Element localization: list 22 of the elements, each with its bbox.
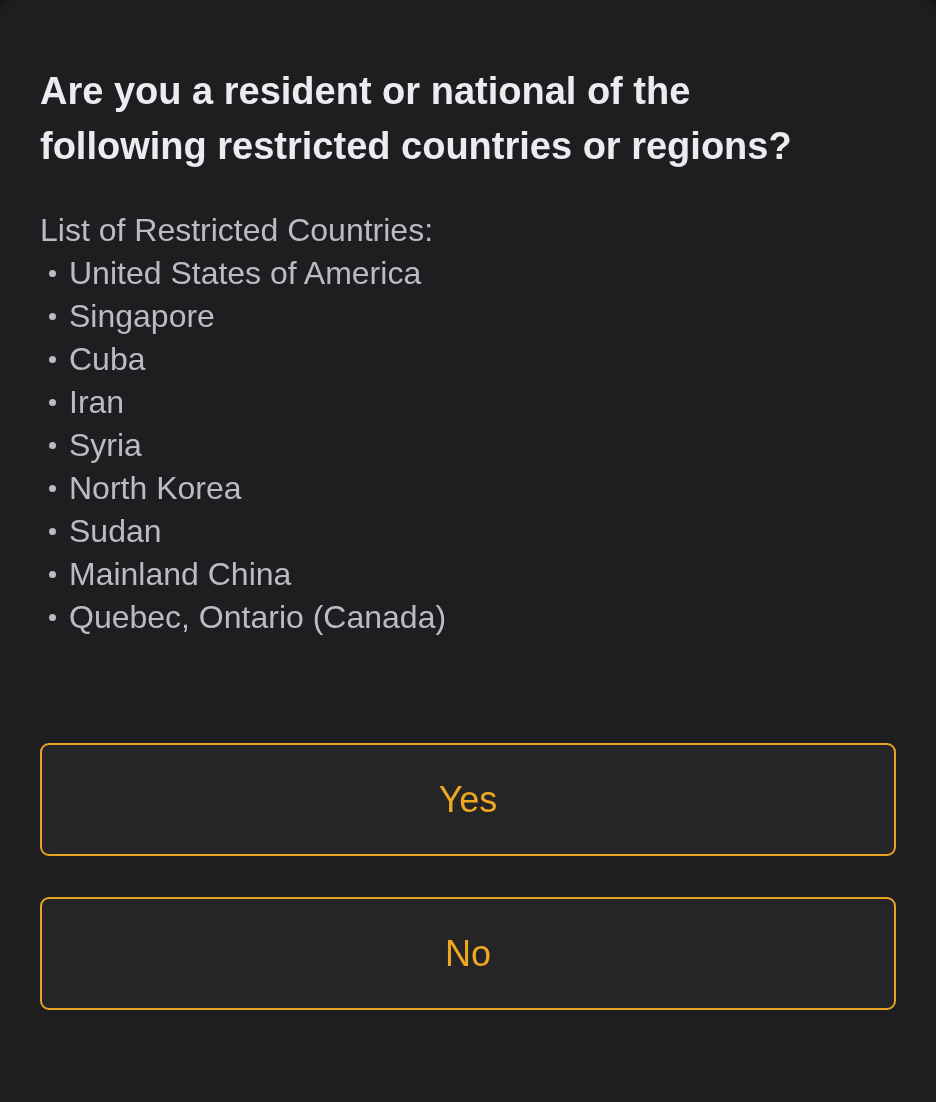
list-heading: List of Restricted Countries:: [40, 211, 435, 250]
country-name: North Korea: [69, 469, 242, 508]
bullet-icon: [49, 270, 56, 277]
bullet-icon: [49, 399, 56, 406]
question-title: Are you a resident or national of the following restricted countries or regions?: [40, 69, 793, 169]
bullet-icon: [49, 571, 56, 578]
bullet-icon: [49, 485, 56, 492]
bullet-icon: [49, 614, 56, 621]
bullet-icon: [49, 313, 56, 320]
bullet-icon: [49, 356, 56, 363]
bullet-icon: [49, 528, 56, 535]
country-name: Iran: [69, 383, 125, 422]
country-name: Mainland China: [69, 555, 292, 594]
country-name: Quebec, Ontario (Canada): [69, 598, 447, 637]
bullet-icon: [49, 442, 56, 449]
country-name: Syria: [69, 426, 142, 465]
country-name: Singapore: [69, 297, 215, 336]
country-name: Cuba: [69, 340, 146, 379]
country-name: United States of America: [69, 254, 422, 293]
country-name: Sudan: [69, 512, 162, 551]
answer-button[interactable]: No: [40, 897, 896, 1010]
answer-button[interactable]: Yes: [40, 743, 896, 856]
